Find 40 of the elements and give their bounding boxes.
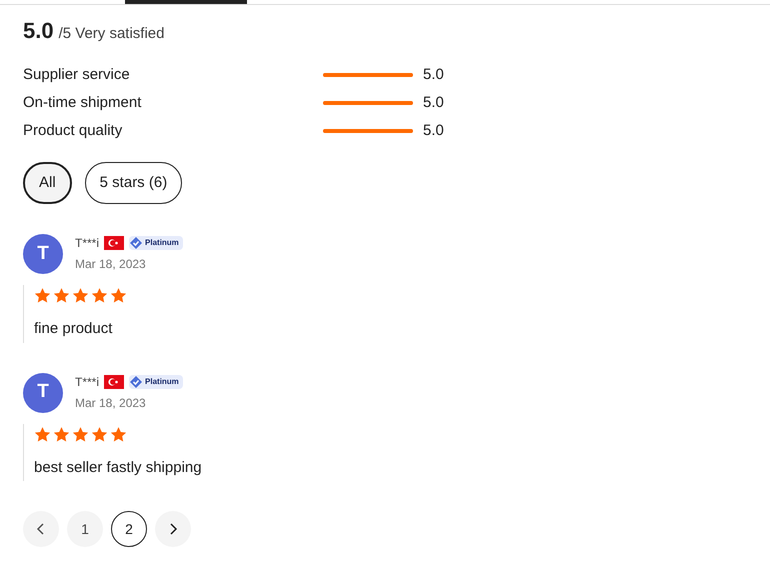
flag-icon: [104, 374, 124, 388]
star-icon: [34, 426, 51, 442]
review-text: fine product: [34, 319, 114, 339]
reviewer-name: T***i: [75, 374, 100, 390]
avatar: T: [23, 372, 63, 412]
review-date: Mar 18, 2023: [75, 256, 147, 273]
rating-value: 5.0: [423, 64, 444, 85]
chevron-left-icon: [36, 522, 46, 536]
rating-value: 5.0: [423, 92, 444, 113]
score-caption: /5 Very satisfied: [58, 24, 164, 44]
star-icon: [110, 426, 127, 442]
chevron-right-icon: [168, 522, 178, 536]
overall-score: 5.0: [23, 17, 54, 45]
badge-label: Platinum: [145, 237, 179, 249]
avatar: T: [23, 234, 63, 274]
star-icon: [91, 426, 108, 442]
star-icon: [110, 287, 127, 304]
page-button[interactable]: 1: [67, 511, 103, 547]
filter-chip[interactable]: 5 stars (6): [84, 162, 182, 204]
check-badge-icon: [129, 374, 144, 388]
rating-label: Product quality: [23, 120, 124, 141]
check-badge-icon: [129, 236, 144, 250]
rating-value: 5.0: [423, 120, 444, 141]
filter-chip[interactable]: All: [23, 162, 72, 204]
flag-icon: [104, 236, 124, 250]
star-icon: [91, 287, 108, 304]
review-date: Mar 18, 2023: [75, 394, 147, 412]
star-icon: [53, 426, 70, 442]
previous-page-button[interactable]: [23, 511, 59, 547]
next-page-button[interactable]: [155, 511, 191, 547]
star-icon: [72, 287, 89, 304]
star-icon: [53, 287, 70, 304]
reviewer-name: T***i: [75, 235, 100, 252]
star-icon: [72, 426, 89, 442]
page-button[interactable]: 2: [111, 511, 147, 547]
rating-label: Supplier service: [23, 64, 131, 85]
rating-label: On-time shipment: [23, 92, 142, 113]
review-text: best seller fastly shipping: [34, 458, 203, 478]
badge-label: Platinum: [145, 376, 179, 388]
star-icon: [34, 287, 51, 304]
